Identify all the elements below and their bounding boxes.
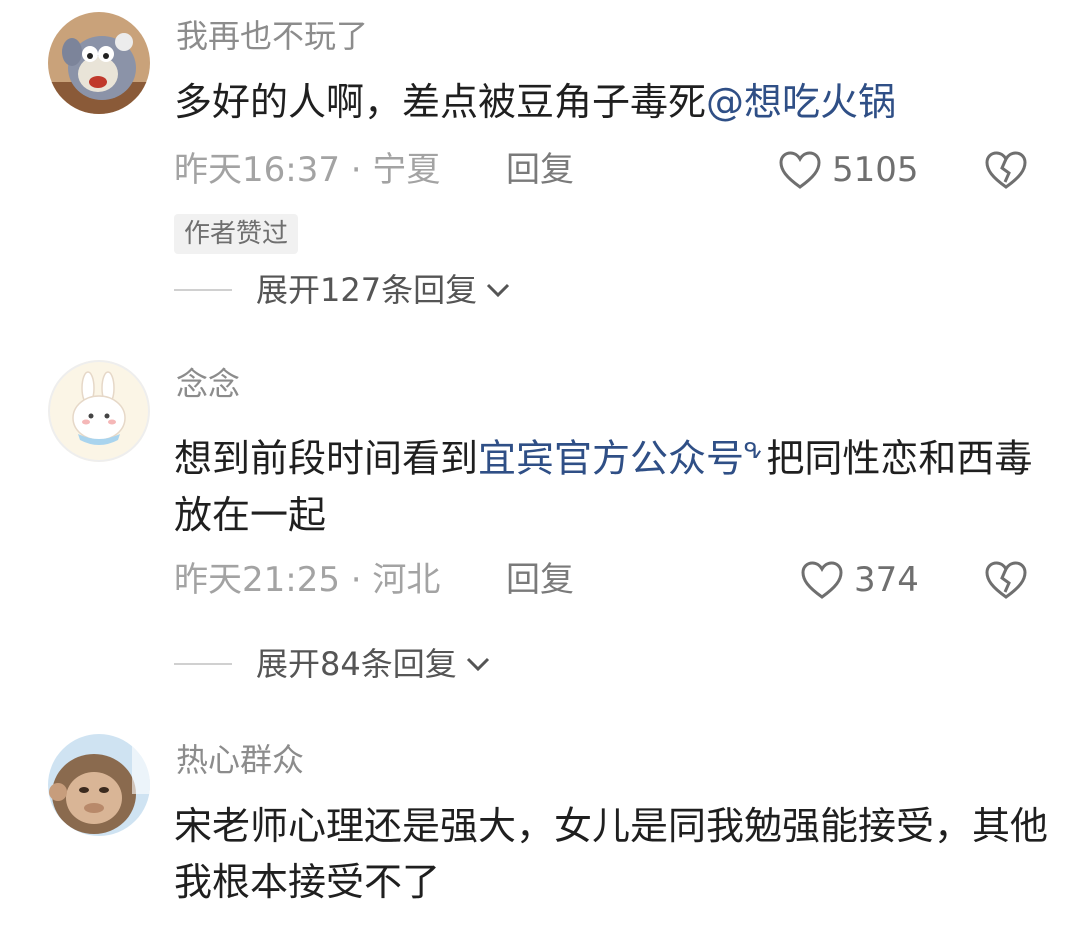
comment-text: 宋老师心理还是强大，女儿是同我勉强能接受，其他我根本接受不了 [174,804,1049,904]
like-count: 5105 [832,150,919,190]
author-liked-badge: 作者赞过 [174,214,299,254]
avatar[interactable] [48,734,150,836]
comment-meta: 昨天21:25 · 河北 [174,560,441,600]
location: 宁夏 [372,150,441,190]
expand-replies-button[interactable]: 展开127条回复 [174,268,511,312]
heart-icon [779,151,821,189]
bunny-avatar [48,360,150,462]
chevron-down-icon [487,283,510,298]
comment-text: 想到前段时间看到宜宾官方公众号ᕴ 把同性恋和西毒放在一起 [174,436,1033,537]
timestamp: 昨天21:25 [174,560,340,600]
timestamp: 昨天16:37 [174,150,340,190]
comment-text: 多好的人啊，差点被豆角子毒死@想吃火锅 [174,80,897,124]
cartoon-cat-avatar [48,12,150,114]
like-button[interactable]: 374 [800,556,919,604]
username[interactable]: 我再也不玩了 [176,16,368,56]
mention-link[interactable]: @想吃火锅 [706,80,896,124]
search-icon[interactable]: ᕴ [744,439,762,464]
username[interactable]: 念念 [176,364,240,404]
username[interactable]: 热心群众 [176,740,304,780]
avatar[interactable] [48,360,150,462]
chevron-down-icon [466,657,489,672]
like-count: 374 [854,560,919,600]
heart-icon [801,561,843,599]
like-button[interactable]: 5105 [778,146,919,194]
comment-meta: 昨天16:37 · 宁夏 [174,150,441,190]
official-account-link[interactable]: 宜宾官方公众号 [478,437,744,481]
reply-button[interactable]: 回复 [506,558,574,602]
divider [174,663,232,665]
location: 河北 [372,560,441,600]
divider [174,289,232,291]
reply-button[interactable]: 回复 [506,148,574,192]
broken-heart-icon[interactable] [982,556,1030,604]
monkey-avatar [48,734,150,836]
avatar[interactable] [48,12,150,114]
broken-heart-icon[interactable] [982,146,1030,194]
expand-replies-button[interactable]: 展开84条回复 [174,642,491,686]
